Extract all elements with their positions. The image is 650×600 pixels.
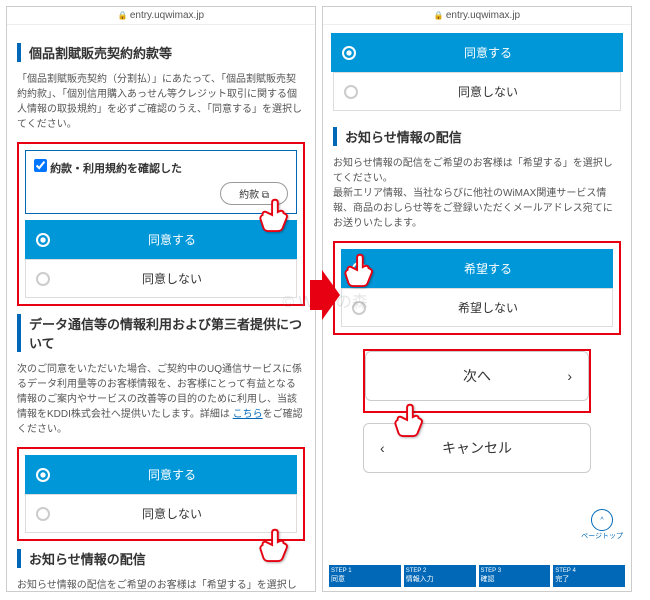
section-title-1: 個品割賦販売契約約款等 (17, 43, 305, 62)
pointer-hand-icon (340, 250, 378, 288)
url-bar: entry.uqwimax.jp (323, 7, 631, 25)
step-2: STEP 2情報入力 (404, 565, 476, 587)
page-top-button[interactable]: ^ ページトップ (581, 509, 623, 541)
right-screenshot: entry.uqwimax.jp 同意する 同意しない お知らせ情報の配信 お知… (322, 6, 632, 592)
pointer-hand-icon (390, 400, 428, 438)
radio-icon (344, 85, 358, 99)
radio-icon (36, 272, 50, 286)
next-button[interactable]: 次へ› (365, 351, 589, 401)
section-desc-1: 「個品割賦販売契約（分割払）」にあたって、「個品割賦販売契約約款」、「個別信用購… (17, 72, 305, 132)
flow-arrow-icon (310, 270, 340, 320)
option-agree-top[interactable]: 同意する (331, 33, 623, 72)
detail-link[interactable]: こちら (233, 409, 263, 420)
radio-icon (36, 233, 50, 247)
chevron-left-icon: ‹ (380, 440, 385, 456)
step-3: STEP 3確認 (479, 565, 551, 587)
pointer-hand-icon (255, 195, 293, 233)
step-4: STEP 4完了 (553, 565, 625, 587)
radio-icon (342, 46, 356, 60)
url-bar: entry.uqwimax.jp (7, 7, 315, 25)
section-title-2: データ通信等の情報利用および第三者提供について (17, 314, 305, 352)
section-desc-3: お知らせ情報の配信をご希望のお客様は「希望する」を選択してください。 (17, 578, 305, 592)
terms-checkbox-label[interactable]: 約款・利用規約を確認した (34, 163, 182, 175)
left-screenshot: entry.uqwimax.jp 個品割賦販売契約約款等 「個品割賦販売契約（分… (6, 6, 316, 592)
option-want[interactable]: 希望する (341, 249, 613, 288)
section-desc-notify: お知らせ情報の配信をご希望のお客様は「希望する」を選択してください。 最新エリア… (333, 156, 621, 231)
chevron-up-icon: ^ (591, 509, 613, 531)
option-disagree-top[interactable]: 同意しない (333, 72, 621, 111)
section-desc-2: 次のご同意をいただいた場合、ご契約中のUQ通信サービスに係るデータ利用量等のお客… (17, 362, 305, 437)
section-title-notify: お知らせ情報の配信 (333, 127, 621, 146)
option-nowant[interactable]: 希望しない (341, 288, 613, 327)
option-agree-2[interactable]: 同意する (25, 455, 297, 494)
step-indicator: STEP 1同意 STEP 2情報入力 STEP 3確認 STEP 4完了 (323, 565, 631, 587)
radio-icon (36, 468, 50, 482)
step-1: STEP 1同意 (329, 565, 401, 587)
pointer-hand-icon (255, 525, 293, 563)
chevron-right-icon: › (567, 368, 572, 384)
radio-icon (36, 507, 50, 521)
radio-icon (352, 301, 366, 315)
terms-checkbox[interactable] (34, 159, 47, 172)
option-disagree[interactable]: 同意しない (25, 259, 297, 298)
